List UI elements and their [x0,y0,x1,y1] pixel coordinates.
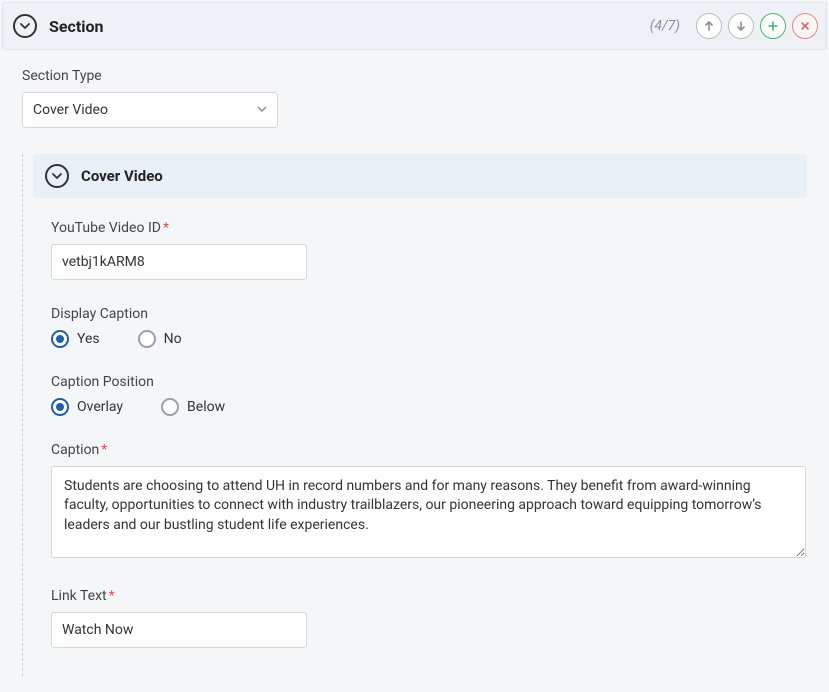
caption-position-overlay[interactable]: Overlay [51,398,123,416]
required-marker: * [163,220,169,236]
field-display-caption: Display Caption Yes No [51,306,807,348]
subsection-body: YouTube Video ID* Display Caption Yes No [23,198,807,648]
section-type-select[interactable]: Cover Video [22,92,278,128]
section-title: Section [49,17,103,36]
link-text-input[interactable] [51,612,307,648]
radio-label-yes: Yes [77,331,100,347]
youtube-id-label: YouTube Video ID* [51,220,807,236]
section-body: Section Type Cover Video Cover Video You… [0,50,829,676]
radio-icon [161,398,179,416]
section-type-value: Cover Video [33,102,108,118]
arrow-down-icon [735,20,747,32]
link-text-label: Link Text* [51,588,807,604]
subsection-collapse-toggle[interactable] [45,164,69,188]
radio-label-no: No [164,331,182,347]
display-caption-label: Display Caption [51,306,807,322]
radio-icon [51,398,69,416]
arrow-up-icon [703,20,715,32]
required-marker: * [101,442,107,458]
caret-down-icon [257,102,267,118]
chevron-down-icon [20,21,30,31]
field-section-type: Section Type Cover Video [22,68,807,128]
field-youtube-id: YouTube Video ID* [51,220,807,280]
caption-position-below[interactable]: Below [161,398,225,416]
subsection-title: Cover Video [81,167,163,185]
section-header: Section (4/7) [2,2,827,50]
caption-position-label: Caption Position [51,374,807,390]
caption-textarea[interactable] [51,466,806,558]
collapse-toggle[interactable] [13,14,37,38]
move-up-button[interactable] [696,13,722,39]
radio-icon [51,330,69,348]
plus-icon [767,20,779,32]
move-down-button[interactable] [728,13,754,39]
subsection-header: Cover Video [33,154,807,198]
remove-section-button[interactable] [792,13,818,39]
required-marker: * [109,588,115,604]
add-section-button[interactable] [760,13,786,39]
chevron-down-icon [52,171,62,181]
field-link-text: Link Text* [51,588,807,648]
radio-label-overlay: Overlay [77,399,123,415]
radio-label-below: Below [187,399,225,415]
section-type-label: Section Type [22,68,807,84]
field-caption-position: Caption Position Overlay Below [51,374,807,416]
close-icon [799,20,811,32]
section-counter: (4/7) [650,18,680,34]
subsection-panel: Cover Video YouTube Video ID* Display Ca… [22,154,807,676]
field-caption: Caption* [51,442,807,562]
youtube-id-input[interactable] [51,244,307,280]
display-caption-yes[interactable]: Yes [51,330,100,348]
radio-icon [138,330,156,348]
caption-label: Caption* [51,442,807,458]
display-caption-no[interactable]: No [138,330,182,348]
